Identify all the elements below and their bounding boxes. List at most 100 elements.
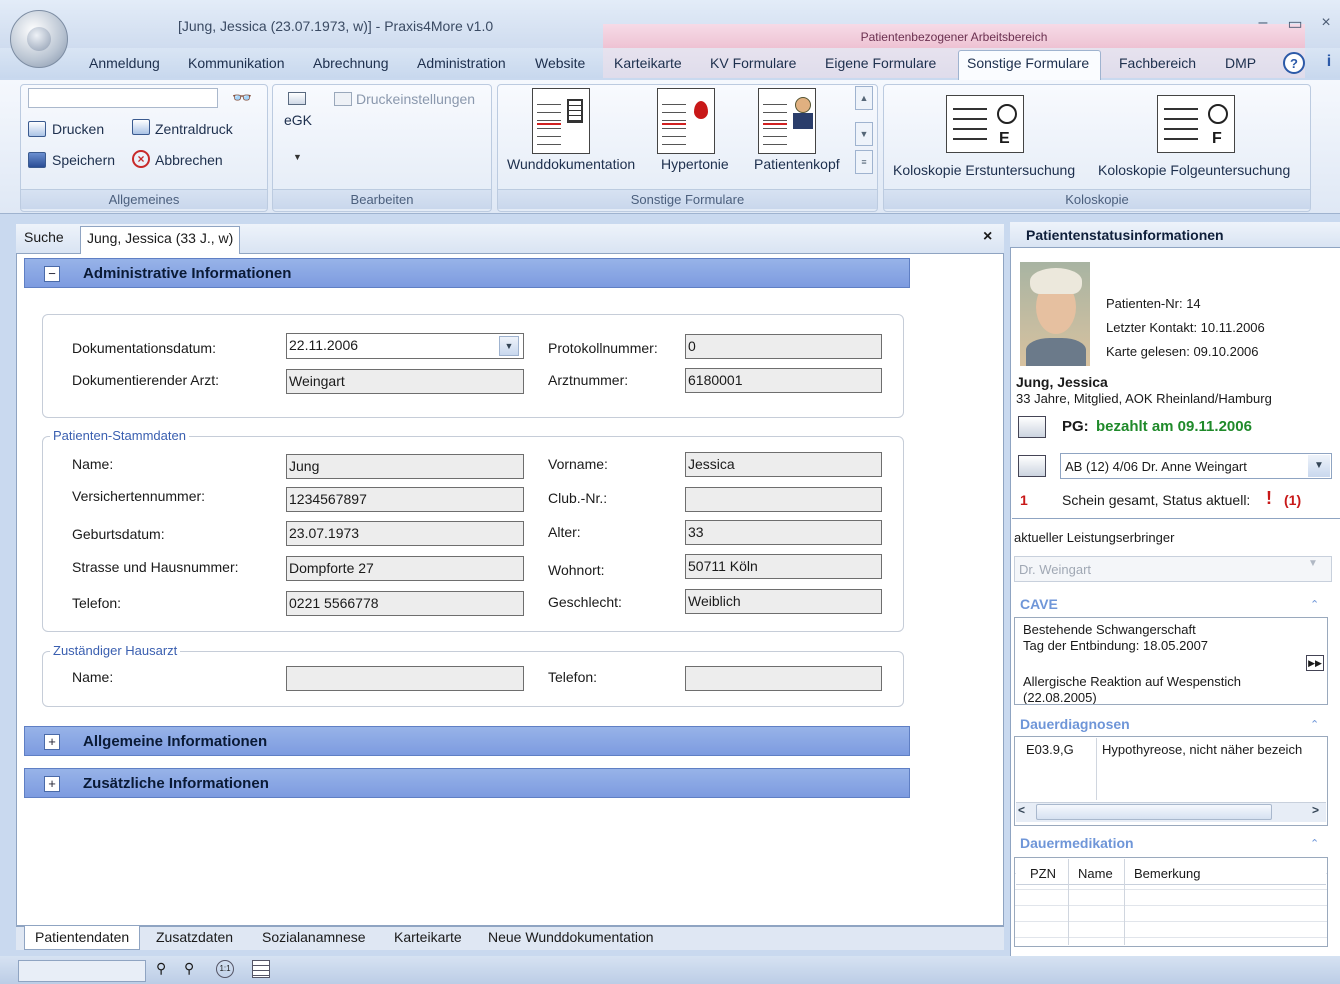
chevron-down-icon[interactable]: ▼ <box>1308 455 1330 477</box>
collapse-up-icon[interactable]: ⌃ <box>1310 718 1319 731</box>
wohnort-field[interactable]: 50711 Köln <box>685 554 882 579</box>
leistung-select[interactable]: Dr. Weingart <box>1014 556 1332 582</box>
arzt-label: Dokumentierender Arzt: <box>72 372 220 388</box>
egk-button[interactable]: eGK <box>284 112 312 128</box>
patient-panel-title: Patientenstatusinformationen <box>1026 227 1224 243</box>
app-orb-button[interactable] <box>10 10 68 68</box>
tab-sonstige-formulare[interactable]: Sonstige Formulare <box>967 55 1089 71</box>
help-icon[interactable]: ? <box>1283 52 1305 74</box>
speichern-button[interactable]: Speichern <box>52 152 115 168</box>
patientenkopf-icon[interactable] <box>758 88 816 154</box>
dokdatum-field[interactable]: 22.11.2006 <box>286 333 524 359</box>
koloskopie-erst-icon[interactable]: E <box>946 95 1024 153</box>
zoom-icon[interactable]: 1:1 <box>216 960 234 978</box>
protokoll-field[interactable]: 0 <box>685 334 882 359</box>
abbrechen-button[interactable]: Abbrechen <box>155 152 223 168</box>
col-pzn[interactable]: PZN <box>1030 866 1056 881</box>
tab-fachbereich[interactable]: Fachbereich <box>1119 55 1196 71</box>
hausarzt-tel-field[interactable] <box>685 666 882 691</box>
name-field[interactable]: Jung <box>286 454 524 479</box>
letzter-kontakt: Letzter Kontakt: 10.11.2006 <box>1106 320 1265 335</box>
chevron-down-icon[interactable]: ▼ <box>1308 558 1318 569</box>
geb-field[interactable]: 23.07.1973 <box>286 521 524 546</box>
tab-anmeldung[interactable]: Anmeldung <box>89 55 160 71</box>
scroll-down-icon[interactable]: ▼ <box>855 122 873 146</box>
tab-administration[interactable]: Administration <box>417 55 506 71</box>
expand-icon[interactable]: + <box>44 776 60 792</box>
arzt-field[interactable]: Weingart <box>286 369 524 394</box>
collapse-up-icon[interactable]: ⌃ <box>1310 598 1319 611</box>
expand-icon[interactable]: + <box>44 734 60 750</box>
info-icon[interactable]: i <box>1318 52 1340 74</box>
gallery-more-icon[interactable]: ≡ <box>855 150 873 174</box>
koloskopie-folge-label[interactable]: Koloskopie Folgeuntersuchung <box>1098 162 1290 178</box>
list-icon[interactable] <box>252 960 270 978</box>
versnr-field[interactable]: 1234567897 <box>286 487 524 512</box>
col-bemerkung[interactable]: Bemerkung <box>1134 866 1200 881</box>
fast-forward-icon[interactable]: ▶▶ <box>1306 655 1324 671</box>
koloskopie-folge-icon[interactable]: F <box>1157 95 1235 153</box>
schein-icon[interactable] <box>1018 455 1046 477</box>
section-zusaetzliche[interactable]: + Zusätzliche Informationen <box>24 768 910 798</box>
tab-karteikarte-bottom[interactable]: Karteikarte <box>384 926 472 950</box>
schein-count: 1 <box>1020 492 1028 508</box>
collapse-icon[interactable]: − <box>44 266 60 282</box>
chevron-down-icon[interactable]: ▼ <box>499 336 519 356</box>
hypertonie-label[interactable]: Hypertonie <box>661 156 729 172</box>
tab-website[interactable]: Website <box>535 55 585 71</box>
section-allgemeine[interactable]: + Allgemeine Informationen <box>24 726 910 756</box>
strasse-field[interactable]: Dompforte 27 <box>286 556 524 581</box>
druckeinstellungen-button[interactable]: Druckeinstellungen <box>356 91 475 107</box>
printer-icon <box>28 121 46 137</box>
geschlecht-field[interactable]: Weiblich <box>685 589 882 614</box>
pg-icon[interactable] <box>1018 416 1046 438</box>
tab-suche[interactable]: Suche <box>24 229 64 245</box>
schein-text: Schein gesamt, Status aktuell: <box>1062 492 1251 508</box>
schein-select[interactable]: AB (12) 4/06 Dr. Anne Weingart <box>1060 453 1332 479</box>
search-input[interactable] <box>28 88 218 108</box>
scroll-up-icon[interactable]: ▲ <box>855 86 873 110</box>
find-icon[interactable]: ⚲ <box>156 960 166 977</box>
tab-dmp[interactable]: DMP <box>1225 55 1256 71</box>
protokoll-label: Protokollnummer: <box>548 340 658 356</box>
patientenkopf-label[interactable]: Patientenkopf <box>754 156 840 172</box>
club-field[interactable] <box>685 487 882 512</box>
scrollbar-thumb[interactable] <box>1036 804 1272 820</box>
alter-field[interactable]: 33 <box>685 520 882 545</box>
tab-abrechnung[interactable]: Abrechnung <box>313 55 389 71</box>
scroll-left-icon[interactable]: < <box>1018 803 1025 817</box>
hypertonie-icon[interactable] <box>657 88 715 154</box>
close-doc-icon[interactable]: × <box>983 228 992 246</box>
egk-dropdown-icon[interactable]: ▼ <box>293 152 302 162</box>
find-next-icon[interactable]: ⚲ <box>184 960 194 977</box>
tab-eigene-formulare[interactable]: Eigene Formulare <box>825 55 936 71</box>
arztnr-field[interactable]: 6180001 <box>685 368 882 393</box>
col-name[interactable]: Name <box>1078 866 1113 881</box>
vorname-field[interactable]: Jessica <box>685 452 882 477</box>
tab-kv-formulare[interactable]: KV Formulare <box>710 55 796 71</box>
window-title: [Jung, Jessica (23.07.1973, w)] - Praxis… <box>178 18 494 34</box>
wohnort-label: Wohnort: <box>548 562 605 578</box>
tab-neue-wunddokumentation[interactable]: Neue Wunddokumentation <box>478 926 664 950</box>
minimize-icon[interactable]: – <box>1253 14 1273 32</box>
zentraldruck-button[interactable]: Zentraldruck <box>155 121 233 137</box>
wunddokumentation-icon[interactable] <box>532 88 590 154</box>
tab-karteikarte[interactable]: Karteikarte <box>614 55 682 71</box>
maximize-icon[interactable]: ▭ <box>1285 14 1305 34</box>
drucken-button[interactable]: Drucken <box>52 121 104 137</box>
close-icon[interactable]: × <box>1316 14 1336 32</box>
hausarzt-name-field[interactable] <box>286 666 524 691</box>
tab-sozialanamnese[interactable]: Sozialanamnese <box>252 926 376 950</box>
tab-patient[interactable]: Jung, Jessica (33 J., w) <box>80 226 241 254</box>
binoculars-icon[interactable]: 👓 <box>232 88 252 108</box>
wunddokumentation-label[interactable]: Wunddokumentation <box>507 156 635 172</box>
section-administrative[interactable]: − Administrative Informationen <box>24 258 910 288</box>
tab-patientendaten[interactable]: Patientendaten <box>24 926 141 950</box>
tab-kommunikation[interactable]: Kommunikation <box>188 55 285 71</box>
scroll-right-icon[interactable]: > <box>1312 803 1319 817</box>
name-label: Name: <box>72 456 114 472</box>
tel-field[interactable]: 0221 5566778 <box>286 591 524 616</box>
koloskopie-erst-label[interactable]: Koloskopie Erstuntersuchung <box>893 162 1075 178</box>
collapse-up-icon[interactable]: ⌃ <box>1310 837 1319 850</box>
tab-zusatzdaten[interactable]: Zusatzdaten <box>146 926 243 950</box>
